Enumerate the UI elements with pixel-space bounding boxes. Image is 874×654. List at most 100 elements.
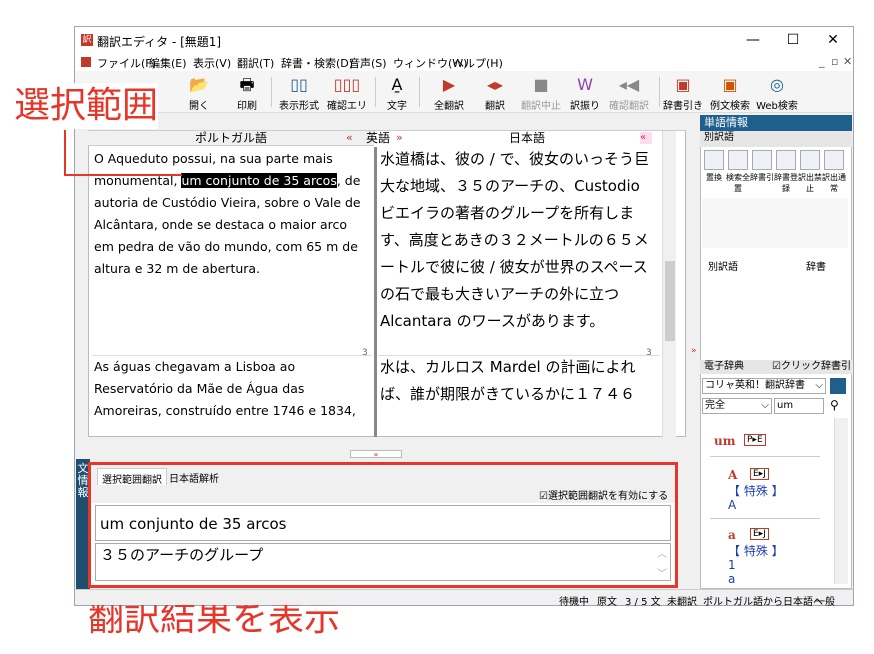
word-tools: 置換 検索全置 辞書引 辞書登録 訳出禁止 訳出通常: [702, 148, 850, 193]
toolbar-separator: [659, 77, 660, 107]
status-count: 3 / 5 文: [625, 597, 661, 608]
close-button[interactable]: ✕: [813, 27, 853, 53]
entry-category: 【 特殊 】: [728, 544, 784, 558]
globe-icon: ◎: [770, 75, 784, 94]
dict-register-button[interactable]: 辞書登録: [774, 148, 798, 193]
editor-scrollbar[interactable]: [662, 131, 676, 437]
register-icon: [776, 150, 796, 170]
target-lang-header: 日本語: [508, 131, 545, 145]
scroll-thumb[interactable]: [665, 261, 675, 341]
target-sentence-2[interactable]: 水は、カルロス Mardel の計画によれば、誰が期限がきているかに１７４６: [380, 354, 654, 410]
dict-config-icon[interactable]: [830, 378, 846, 394]
dictionary-lookup-button[interactable]: ▣ 辞書引き: [663, 75, 703, 112]
toolbar: 📂開く 🖶印刷 ▯▯表示形式 ▯▯▯確認エリア A̱文字 ▶全翻訳 ◂▸翻訳 ■…: [75, 71, 853, 127]
entry-tag: E▸J: [750, 528, 769, 540]
expand-down-icon[interactable]: »: [350, 450, 402, 459]
display-format-button[interactable]: ▯▯ 表示形式: [277, 75, 321, 112]
printer-icon: 🖶: [239, 75, 255, 94]
entry-divider: [710, 456, 820, 457]
status-state: 待機中: [559, 597, 589, 608]
translate-all-button[interactable]: ▶ 全翻訳: [429, 75, 469, 112]
dict-query-input[interactable]: um: [774, 398, 824, 414]
alt-words-list[interactable]: [702, 198, 848, 248]
source-lang-header: ポルトガル語: [88, 131, 374, 146]
source-sentence-2[interactable]: As águas chegavam a Lisboa ao Reservatór…: [94, 356, 364, 428]
dictionary-icon: ▣: [675, 75, 691, 94]
binoculars-icon[interactable]: ⚲: [830, 398, 839, 412]
edict-header: 電子辞典 ☑クリック辞書引: [700, 360, 852, 374]
menu-dictionary[interactable]: 辞書・検索(D): [281, 55, 353, 71]
source-sentence-1[interactable]: O Aqueduto possui, na sua parte mais mon…: [94, 148, 370, 338]
translate-button[interactable]: ◂▸ 翻訳: [479, 75, 511, 112]
click-lookup-checkbox[interactable]: ☑クリック辞書引: [772, 360, 851, 374]
menu-edit[interactable]: 編集(E): [149, 55, 187, 71]
menu-bar: ファイル(F) 編集(E) 表示(V) 翻訳(T) 辞書・検索(D) 音声(S)…: [75, 53, 853, 71]
dict-lookup-button[interactable]: 辞書引: [750, 148, 774, 188]
menu-voice[interactable]: 音声(S): [349, 55, 387, 71]
example-book-icon: ▣: [722, 75, 738, 94]
layout-icon: ▯▯: [290, 75, 308, 94]
tab-japanese-analysis[interactable]: 日本語解析: [169, 470, 219, 485]
callout-line-vertical: [64, 130, 66, 176]
dictionary-column: 辞書: [806, 262, 826, 273]
open-button[interactable]: 📂 開く: [183, 75, 215, 112]
checkbox-checked-icon[interactable]: ☑: [539, 491, 548, 502]
status-general: 一般: [815, 597, 835, 608]
replace-icon: [704, 150, 724, 170]
font-button[interactable]: A̱ 文字: [381, 75, 413, 112]
stop-icon: ■: [533, 75, 549, 94]
chevron-left-icon[interactable]: «: [346, 131, 358, 146]
result-scroll-up-icon[interactable]: ︿: [657, 545, 667, 560]
menu-view[interactable]: 表示(V): [193, 55, 231, 71]
alt-words-label: 別訳語: [700, 131, 852, 147]
confirm-area-button[interactable]: ▯▯▯確認エリア: [325, 75, 369, 127]
alt-translation-button[interactable]: W 訳振り: [569, 75, 601, 112]
menu-translate[interactable]: 翻訳(T): [237, 55, 274, 71]
maximize-button[interactable]: ☐: [773, 27, 813, 53]
confirm-translation-button[interactable]: ◂◀ 確認翻訳: [607, 75, 651, 112]
entry-headword: A: [728, 468, 738, 482]
print-button[interactable]: 🖶 印刷: [229, 75, 265, 112]
selected-text[interactable]: um conjunto de 35 arcos: [181, 173, 337, 188]
toolbar-separator: [375, 77, 376, 107]
translate-step-icon: ◂▸: [486, 75, 504, 94]
mdi-close-icon[interactable]: ✕: [843, 55, 852, 68]
entry-value: a: [728, 572, 736, 586]
dropdown-arrow-icon: ⌵: [761, 400, 769, 411]
selection-source-text[interactable]: um conjunto de 35 arcos: [95, 505, 671, 541]
menu-help[interactable]: ヘルプ(H): [453, 55, 503, 71]
dict-results[interactable]: um P▸E A E▸J 【 特殊 】 A a E▸J 【 特殊 】 1 a: [702, 418, 832, 586]
collapse-pane-icon[interactable]: «: [640, 132, 652, 144]
web-search-button[interactable]: ◎ Web検索: [755, 75, 799, 112]
toolbar-separator: [271, 77, 272, 107]
replace-button[interactable]: 置換: [702, 148, 726, 188]
mdi-restore-icon[interactable]: ▫: [831, 55, 838, 68]
enable-selection-checkbox[interactable]: ☑選択範囲翻訳を有効にする: [539, 487, 668, 502]
entry-divider: [710, 518, 820, 519]
window-title: 翻訳エディタ - [無題1]: [97, 35, 222, 49]
example-search-button[interactable]: ▣ 例文検索: [707, 75, 753, 112]
play-icon: ▶: [442, 75, 456, 94]
mdi-minimize-icon[interactable]: _: [819, 55, 825, 68]
dict-scrollbar[interactable]: [834, 418, 848, 584]
match-select[interactable]: 完全 ⌵: [702, 398, 772, 414]
normal-icon: [824, 150, 844, 170]
selection-result-text[interactable]: ３５のアーチのグループ: [95, 543, 671, 581]
menu-file[interactable]: ファイル(F): [97, 55, 156, 71]
entry-headword: a: [728, 528, 736, 542]
search-replace-all-button[interactable]: 検索全置: [726, 148, 750, 193]
minimize-button[interactable]: —: [733, 27, 773, 53]
expand-right-icon[interactable]: »: [691, 346, 697, 356]
columns-icon: ▯▯▯: [333, 75, 361, 94]
pane-splitter[interactable]: [374, 147, 377, 437]
target-sentence-1[interactable]: 水道橋は、彼の / で、彼女のいっそう巨大な地域、３５のアーチの、Custodi…: [380, 146, 654, 348]
stop-translation-button[interactable]: ■ 翻訳中止: [519, 75, 563, 112]
result-scroll-down-icon[interactable]: ﹀: [657, 565, 667, 580]
dropdown-arrow-icon: ⌵: [815, 380, 823, 391]
toolbar-separator: [419, 77, 420, 107]
dictionary-select[interactable]: コリャ英和！翻訳辞書 ⌵: [702, 378, 826, 394]
output-prohibit-button[interactable]: 訳出禁止: [798, 148, 822, 193]
output-normal-button[interactable]: 訳出通常: [822, 148, 846, 193]
alt-words-column: 別訳語: [708, 262, 738, 273]
status-translation-state: 未翻訳: [667, 597, 697, 608]
